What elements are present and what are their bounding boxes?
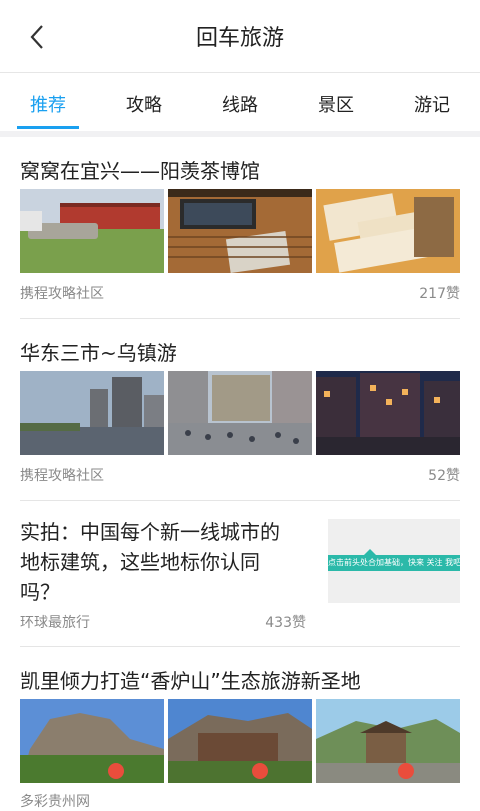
article-title: 窝窝在宜兴——阳羡茶博馆 bbox=[20, 159, 260, 183]
city-crowd-photo bbox=[168, 371, 312, 455]
article-title-line: 实拍：中国每个新一线城市的 bbox=[20, 520, 280, 544]
tab-routes[interactable]: 线路 bbox=[192, 91, 288, 117]
article-likes: 433赞 bbox=[265, 615, 306, 631]
tab-recommend[interactable]: 推荐 bbox=[0, 91, 96, 117]
article-title: 实拍：中国每个新一线城市的 地标建筑，这些地标你认同 吗？ bbox=[20, 517, 280, 607]
banner-pointer bbox=[364, 549, 376, 555]
article-card-1[interactable]: 窝窝在宜兴——阳羡茶博馆 携程攻略社区 217赞 bbox=[0, 137, 480, 319]
waterfront-city-photo bbox=[20, 371, 164, 455]
page-title: 回车旅游 bbox=[195, 26, 284, 51]
article-source: 环球最旅行 bbox=[20, 615, 90, 631]
active-tab-indicator bbox=[17, 126, 79, 129]
article-card-2[interactable]: 华东三市~乌镇游 携程攻略社区 52赞 bbox=[0, 319, 480, 501]
tab-guides[interactable]: 攻略 bbox=[96, 91, 192, 117]
article-likes: 52赞 bbox=[428, 468, 460, 484]
article-title-line: 吗？ bbox=[20, 580, 60, 604]
brochures-photo bbox=[316, 189, 460, 273]
article-thumbnail: 点击前头处合加基础，快来 关注 我吧! bbox=[328, 519, 460, 603]
article-source: 携程攻略社区 bbox=[20, 468, 104, 484]
night-street-photo bbox=[316, 371, 460, 455]
category-tabs: 推荐 攻略 线路 景区 游记 bbox=[0, 73, 480, 131]
article-title-line: 地标建筑，这些地标你认同 bbox=[20, 550, 260, 574]
article-images bbox=[20, 189, 460, 273]
article-likes: 217赞 bbox=[419, 286, 460, 302]
app-header: 回车旅游 bbox=[0, 0, 480, 73]
article-title: 华东三市~乌镇游 bbox=[20, 341, 177, 365]
follow-banner: 点击前头处合加基础，快来 关注 我吧! bbox=[328, 555, 460, 571]
article-card-3[interactable]: 实拍：中国每个新一线城市的 地标建筑，这些地标你认同 吗？ 点击前头处合加基础，… bbox=[0, 501, 480, 647]
article-images bbox=[20, 371, 460, 455]
article-card-4[interactable]: 凯里倾力打造“香炉山”生态旅游新圣地 多彩贵州网 bbox=[0, 647, 480, 810]
article-source: 多彩贵州网 bbox=[20, 794, 90, 810]
article-source: 携程攻略社区 bbox=[20, 286, 104, 302]
scenic-gate-photo bbox=[316, 699, 460, 783]
wooden-kiosk-photo bbox=[168, 189, 312, 273]
cliff-village-photo bbox=[168, 699, 312, 783]
article-images bbox=[20, 699, 460, 783]
article-title: 凯里倾力打造“香炉山”生态旅游新圣地 bbox=[20, 669, 361, 693]
mountain-photo bbox=[20, 699, 164, 783]
tab-travelogues[interactable]: 游记 bbox=[384, 91, 480, 117]
museum-gate-photo bbox=[20, 189, 164, 273]
tab-scenic-spots[interactable]: 景区 bbox=[288, 91, 384, 117]
